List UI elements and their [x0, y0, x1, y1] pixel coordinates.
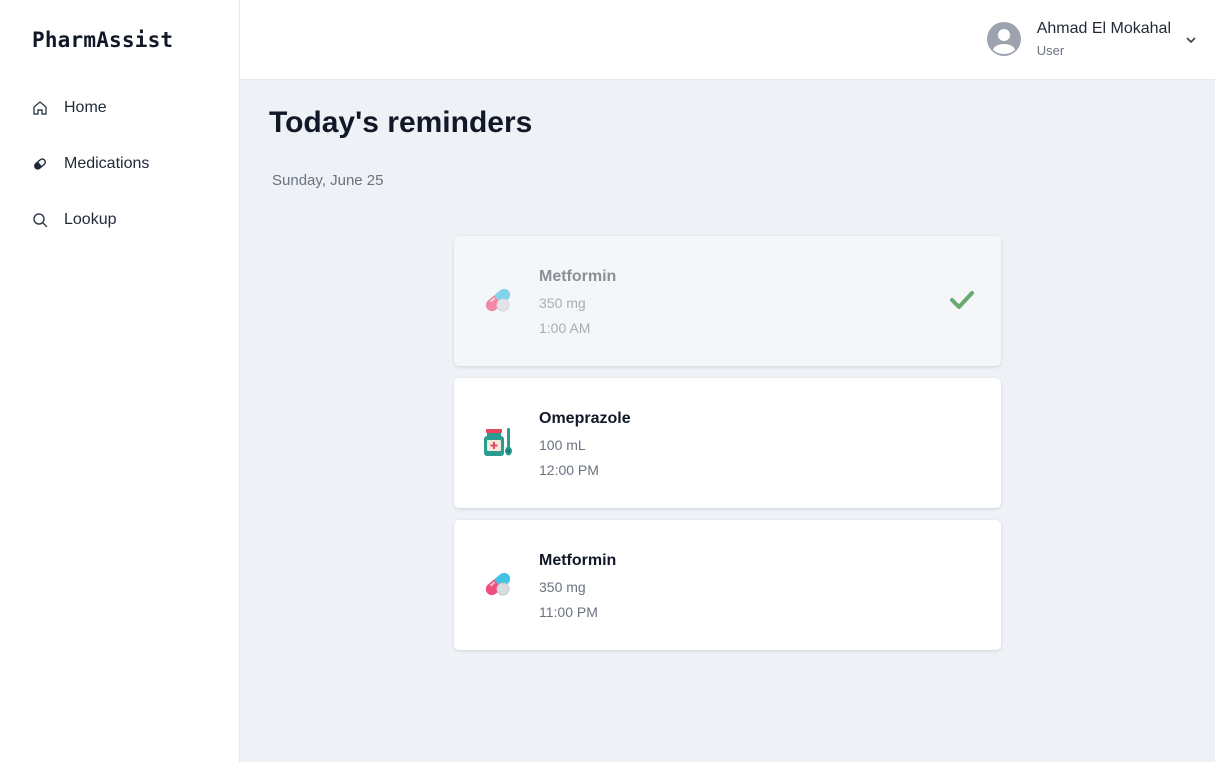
medication-name: Metformin — [539, 552, 617, 569]
syrup-bottle-icon — [482, 426, 514, 458]
sidebar-nav: Home Medications Lookup — [0, 90, 239, 258]
sidebar: PharmAssist Home Medications Lookup — [0, 0, 240, 762]
reminder-card[interactable]: Metformin 350 mg 1:00 AM — [454, 236, 1001, 366]
main-content: Today's reminders Sunday, June 25 Metfor… — [240, 80, 1215, 762]
current-date: Sunday, June 25 — [272, 172, 384, 189]
sidebar-item-label: Lookup — [64, 211, 117, 228]
sidebar-item-medications[interactable]: Medications — [0, 146, 239, 182]
user-role: User — [1036, 43, 1065, 58]
reminder-card[interactable]: Metformin 350 mg 11:00 PM — [454, 520, 1001, 650]
reminder-time: 11:00 PM — [539, 604, 598, 620]
search-icon — [32, 212, 48, 228]
sidebar-item-label: Home — [64, 99, 107, 116]
home-icon — [32, 100, 48, 116]
page-title: Today's reminders — [269, 106, 533, 139]
sidebar-item-lookup[interactable]: Lookup — [0, 202, 239, 238]
reminder-time: 1:00 AM — [539, 320, 591, 336]
medication-dose: 350 mg — [539, 579, 586, 595]
capsule-icon — [482, 568, 514, 600]
user-info: Ahmad El Mokahal User — [1037, 18, 1171, 60]
top-bar: Ahmad El Mokahal User — [240, 0, 1215, 80]
user-avatar-icon — [986, 22, 1021, 56]
reminder-details: Metformin 350 mg 11:00 PM — [539, 551, 616, 621]
check-icon[interactable] — [949, 288, 975, 312]
reminder-details: Omeprazole 100 mL 12:00 PM — [539, 409, 631, 479]
reminder-details: Metformin 350 mg 1:00 AM — [539, 267, 616, 337]
medication-dose: 350 mg — [539, 295, 586, 311]
user-menu[interactable]: Ahmad El Mokahal User — [986, 18, 1197, 60]
capsule-icon — [482, 284, 514, 316]
reminder-card[interactable]: Omeprazole 100 mL 12:00 PM — [454, 378, 1001, 508]
user-name: Ahmad El Mokahal — [1036, 20, 1171, 37]
reminder-time: 12:00 PM — [539, 462, 599, 478]
app-logo[interactable]: PharmAssist — [32, 28, 173, 52]
pill-icon — [32, 156, 48, 172]
medication-dose: 100 mL — [539, 437, 586, 453]
medication-name: Metformin — [539, 268, 617, 285]
medication-name: Omeprazole — [539, 410, 631, 427]
sidebar-item-home[interactable]: Home — [0, 90, 239, 126]
chevron-down-icon[interactable] — [1185, 33, 1197, 45]
sidebar-item-label: Medications — [64, 155, 150, 172]
